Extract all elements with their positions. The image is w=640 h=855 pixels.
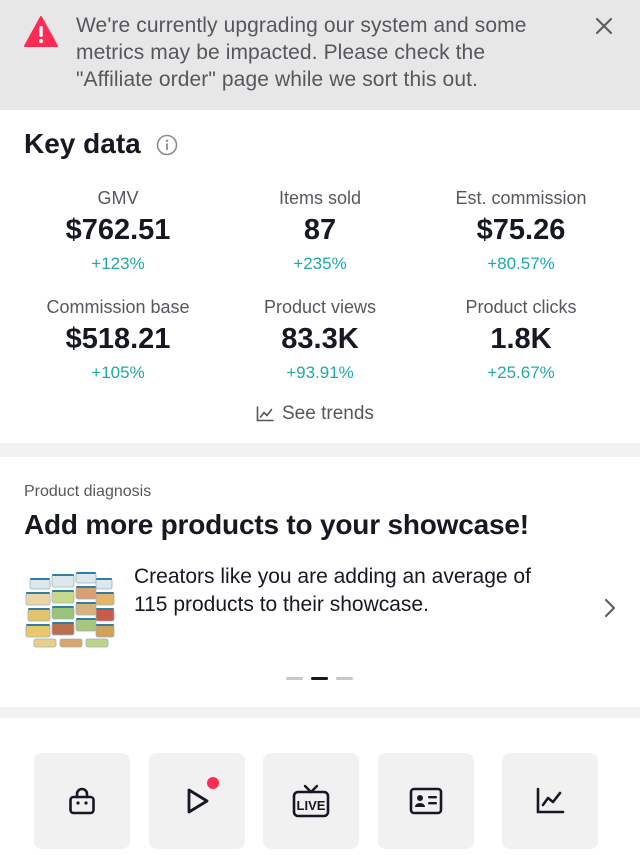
video-button[interactable]: [149, 753, 245, 849]
banner-line: metrics may be impacted. Please check th…: [76, 41, 486, 64]
metric-label: Product clicks: [465, 297, 577, 317]
info-icon[interactable]: [156, 134, 178, 156]
key-data-card: Key data GMV $762.51 +123% Items sold 87…: [0, 110, 640, 443]
key-data-title: Key data: [24, 128, 141, 159]
banner-line: "Affiliate order" page while we sort thi…: [76, 68, 478, 91]
metric-product-clicks[interactable]: Product clicks 1.8K +25.67%: [421, 295, 621, 385]
metric-est-commission[interactable]: Est. commission $75.26 +80.57%: [421, 186, 621, 276]
product-diagnosis-card[interactable]: Product diagnosis Add more products to y…: [0, 457, 640, 707]
shopping-bag-icon: [69, 787, 95, 815]
diagnosis-kicker: Product diagnosis: [24, 483, 152, 500]
metric-change: +235%: [293, 254, 347, 273]
quick-actions-bar: LIVE: [0, 718, 640, 855]
food-containers-image: [25, 572, 115, 648]
live-icon: LIVE: [292, 784, 330, 818]
diagnosis-line: Creators like you are adding an average …: [134, 565, 531, 588]
metric-change: +105%: [91, 363, 145, 382]
metric-value: $518.21: [65, 323, 171, 355]
diagnosis-title: Add more products to your showcase!: [24, 509, 529, 540]
metric-change: +80.57%: [487, 254, 555, 273]
see-trends-label: See trends: [282, 403, 374, 424]
trend-line-icon: [256, 406, 274, 422]
close-icon[interactable]: [592, 14, 616, 38]
metric-value: $75.26: [476, 214, 566, 246]
carousel-indicator: [286, 677, 353, 680]
metric-label: GMV: [97, 188, 139, 208]
alert-icon: [24, 16, 58, 47]
metric-label: Product views: [263, 297, 377, 317]
banner-message: We're currently upgrading our system and…: [76, 12, 576, 93]
shop-button[interactable]: [34, 753, 130, 849]
diagnosis-line: 115 products to their showcase.: [134, 593, 429, 616]
see-trends-link[interactable]: See trends: [256, 402, 374, 426]
metric-label: Items sold: [278, 188, 362, 208]
analytics-button[interactable]: [502, 753, 598, 849]
carousel-dot[interactable]: [336, 677, 353, 680]
metric-value: 83.3K: [281, 323, 359, 355]
diagnosis-description: Creators like you are adding an average …: [134, 563, 594, 619]
metric-change: +25.67%: [487, 363, 555, 382]
live-icon-text: LIVE: [297, 798, 326, 813]
carousel-dot[interactable]: [286, 677, 303, 680]
id-card-icon: [409, 787, 443, 815]
metric-label: Est. commission: [455, 188, 587, 208]
metric-commission-base[interactable]: Commission base $518.21 +105%: [18, 295, 218, 385]
metric-value: 87: [303, 214, 337, 246]
live-button[interactable]: LIVE: [263, 753, 359, 849]
banner-line: We're currently upgrading our system and…: [76, 14, 527, 37]
metric-gmv[interactable]: GMV $762.51 +123%: [18, 186, 218, 276]
system-upgrade-banner: We're currently upgrading our system and…: [0, 0, 640, 110]
metric-change: +123%: [91, 254, 145, 273]
notification-dot: [207, 777, 219, 789]
metric-change: +93.91%: [286, 363, 354, 382]
metric-label: Commission base: [46, 297, 190, 317]
carousel-dot-active[interactable]: [311, 677, 328, 680]
metric-value: $762.51: [65, 214, 171, 246]
play-icon: [187, 788, 209, 814]
metric-value: 1.8K: [490, 323, 552, 355]
trend-chart-icon: [536, 787, 565, 814]
metric-product-views[interactable]: Product views 83.3K +93.91%: [220, 295, 420, 385]
profile-card-button[interactable]: [378, 753, 474, 849]
metric-items-sold[interactable]: Items sold 87 +235%: [220, 186, 420, 276]
chevron-right-icon[interactable]: [600, 597, 620, 619]
